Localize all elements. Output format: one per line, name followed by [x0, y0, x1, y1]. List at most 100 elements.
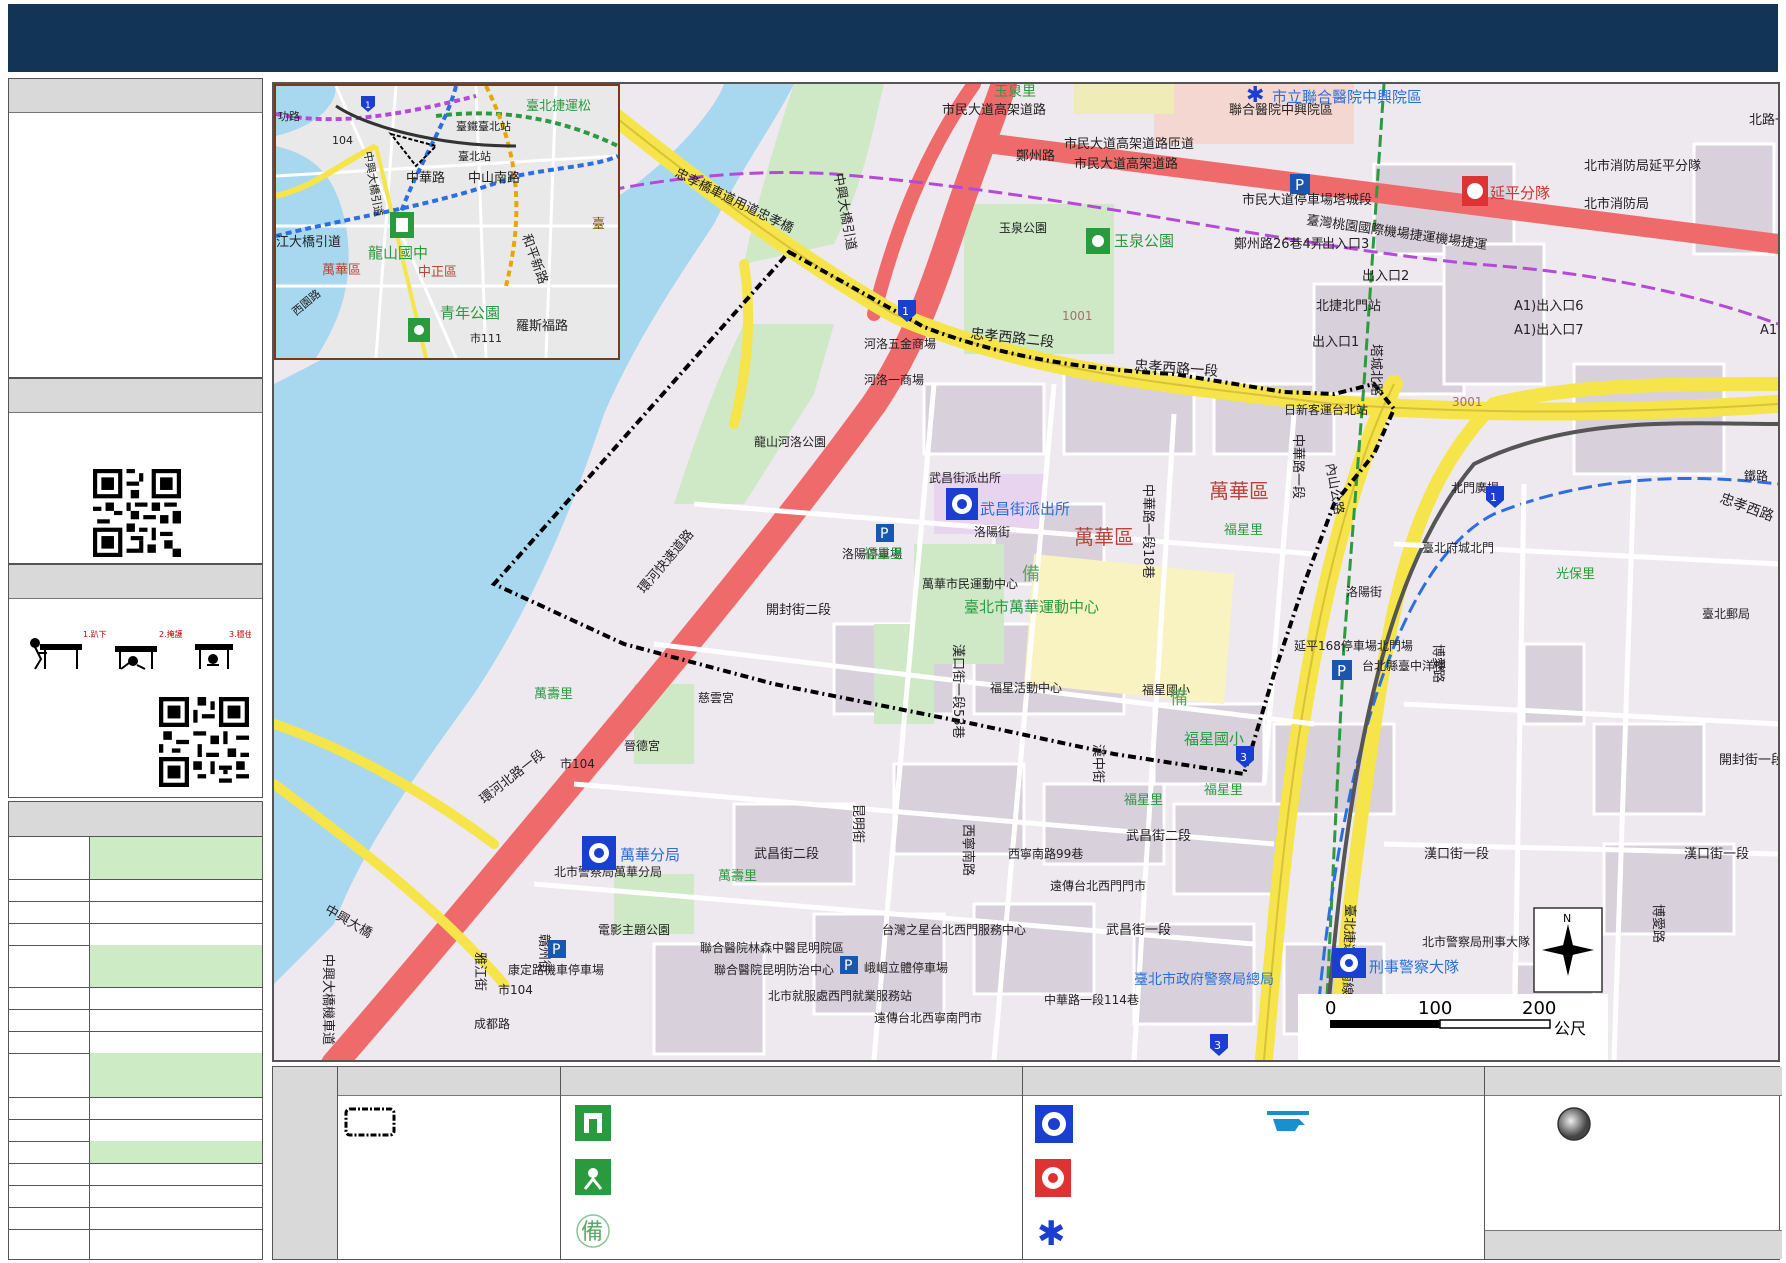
- map-label-a1-7: A1)出入口7: [1514, 323, 1584, 338]
- reserve-icon: 備: [576, 1214, 610, 1248]
- svg-text:1: 1: [902, 305, 909, 318]
- inset-label-taibei-mrt: 臺北捷運松: [526, 99, 591, 114]
- map-label-exit1: 出入口1: [1312, 335, 1359, 350]
- scale-unit: 公尺: [1554, 1019, 1586, 1038]
- inset-label-gongluo: 功路: [278, 110, 300, 123]
- inset-label-tai: 臺: [592, 217, 605, 232]
- map-label-xining99: 西寧南路99巷: [1008, 846, 1083, 861]
- scale-hundred: 100: [1418, 998, 1452, 1019]
- map-label-shimin-gaojia: 市民大道高架道路: [942, 102, 1046, 118]
- medical-icon[interactable]: ✱: [1246, 84, 1264, 108]
- map-label-a1-6: A1)出入口6: [1514, 299, 1584, 314]
- map-label-wanshouli: 萬壽里: [534, 687, 573, 702]
- inset-label-wanhua: 萬華區: [322, 263, 361, 278]
- map-label-ciyun: 慈雲宮: [698, 690, 734, 705]
- svg-text:✱: ✱: [1246, 84, 1264, 108]
- qr-panel-header: [9, 379, 262, 413]
- park-evac-icon[interactable]: [1086, 228, 1110, 254]
- police-icon[interactable]: [582, 836, 616, 870]
- inset-label-heping: 和平新路: [518, 232, 551, 286]
- map-label-fuxingli: 福星里: [864, 547, 903, 562]
- legend-col-other: [1484, 1067, 1782, 1259]
- map-label-wanhua-sport: 臺北市萬華運動中心: [964, 598, 1099, 616]
- police-icon[interactable]: [946, 488, 978, 520]
- map-label-heluo1: 河洛一商場: [864, 372, 924, 387]
- inset-map[interactable]: 1 臺北捷運松 臺鐵臺北站 臺北站 104 中華路 中山南路 龍山國中 萬華區 …: [274, 84, 620, 360]
- map-label-xingshi: 北市警察局刑事大隊: [1422, 934, 1530, 949]
- inset-label-n104: 104: [332, 134, 353, 147]
- svg-text:1: 1: [1490, 491, 1497, 504]
- scale-bar: 0 100 200 公尺: [1298, 994, 1608, 1060]
- drill-step2: 2.掩護: [159, 629, 183, 639]
- fire-icon[interactable]: [1462, 176, 1488, 206]
- legend-col-shelter: 備: [560, 1067, 1023, 1259]
- map-label-xining: 西寧南路: [960, 824, 976, 876]
- svg-text:1: 1: [365, 101, 371, 111]
- map-label-xiaofang-short: 北市消防局: [1584, 196, 1649, 212]
- park-evac-icon: [408, 318, 430, 342]
- map-label-fuxingli4: 福星里: [1124, 793, 1163, 808]
- map-label-tpe-post: 臺北郵局: [1702, 606, 1750, 621]
- map-label-1001: 1001: [1062, 309, 1093, 323]
- inset-label-shi111: 市111: [470, 331, 502, 345]
- legend-col-title: [273, 1067, 337, 1259]
- map-label-shi104-3: 市104: [498, 982, 533, 997]
- table-row: [9, 923, 262, 946]
- map-label-wuchang-police2: 武昌街派出所: [980, 500, 1070, 518]
- qr-code-icon[interactable]: [159, 697, 249, 787]
- svg-text:P: P: [880, 526, 888, 542]
- table-row: [9, 1009, 262, 1032]
- map-label-a1: A1: [1760, 323, 1777, 338]
- svg-text:備: 備: [1170, 688, 1188, 709]
- inset-label-zhonghua: 中華路: [406, 170, 445, 186]
- police-icon[interactable]: [1332, 948, 1366, 978]
- police-icon: [1035, 1105, 1073, 1143]
- map-label-taiwan-star: 台灣之星台北西門服務中心: [882, 922, 1026, 937]
- inset-label-daqiao: 江大橋引道: [276, 235, 341, 250]
- map-label-heluo: 河洛五金商場: [864, 336, 936, 351]
- qr-code-icon[interactable]: [93, 469, 181, 557]
- table-row: [9, 901, 262, 924]
- table-row: [9, 1207, 262, 1230]
- map-label-fuxingli3: 福星里: [1204, 783, 1243, 798]
- inset-label-zhongshan-s: 中山南路: [468, 170, 520, 186]
- map-label-police-hq: 臺北市政府警察局總局: [1134, 971, 1274, 988]
- map-label-rixin: 日新客運台北站: [1284, 402, 1368, 417]
- map-label-lianhe-kunming: 聯合醫院昆明防治中心: [714, 962, 834, 977]
- map-label-wanhua-fenju: 萬華分局: [620, 846, 680, 864]
- info-panel-top: [8, 78, 263, 378]
- evacuation-map[interactable]: 1001 3001 玉泉里 聯合醫院中興院區 北路一段 市民大道高架道路 鄭州路…: [272, 82, 1780, 1062]
- table-row: [9, 1097, 262, 1120]
- legend-col-boundary: [337, 1067, 561, 1259]
- north-arrow-icon: N: [1533, 907, 1603, 993]
- map-label-fuxing-school2: 福星國小: [1184, 730, 1244, 748]
- legend-col-agencies: ✱: [1022, 1067, 1485, 1259]
- map-label-jinyi: 晉德宮: [624, 738, 660, 753]
- map-label-yuquan-park: 玉泉公園: [999, 221, 1047, 235]
- gray-circle-icon: [1557, 1107, 1591, 1141]
- map-label-shili-zhongxing: 市立聯合醫院中興院區: [1272, 88, 1422, 106]
- map-label-wuchang-police: 武昌街派出所: [929, 471, 1001, 485]
- inset-label-zhongxing-yin: 中興大橋引道: [361, 150, 386, 217]
- info-panel-top-header: [9, 79, 262, 113]
- inset-label-zhongzheng: 中正區: [418, 265, 457, 280]
- map-label-longshan-heluo: 龍山河洛公園: [754, 434, 826, 449]
- map-label-kaifeng2: 開封街二段: [766, 603, 831, 618]
- inset-label-tieluo: 臺鐵臺北站: [456, 119, 511, 133]
- svg-text:P: P: [1295, 176, 1304, 194]
- svg-text:P: P: [844, 958, 852, 974]
- table-row: [9, 1185, 262, 1208]
- table-row: [9, 1031, 262, 1054]
- map-label-luoyang: 洛陽街: [974, 524, 1010, 539]
- map-label-beixin-north: 北捷北門站: [1316, 299, 1381, 314]
- table-row: [9, 1163, 262, 1186]
- drill-panel-header: [9, 565, 262, 599]
- map-label-shimin-gaojia2: 市民大道高架道路: [1074, 156, 1178, 172]
- medical-icon: ✱: [1037, 1214, 1066, 1251]
- svg-text:✱: ✱: [1037, 1214, 1066, 1251]
- table-row: [9, 1053, 262, 1098]
- map-label-luoyang2: 洛陽街: [1346, 584, 1382, 599]
- park-evac-icon: [575, 1159, 611, 1195]
- map-label-shimin-gaojia-jiao: 市民大道高架道路匝道: [1064, 136, 1194, 152]
- map-label-wuchang2-b: 武昌街二段: [1126, 829, 1191, 844]
